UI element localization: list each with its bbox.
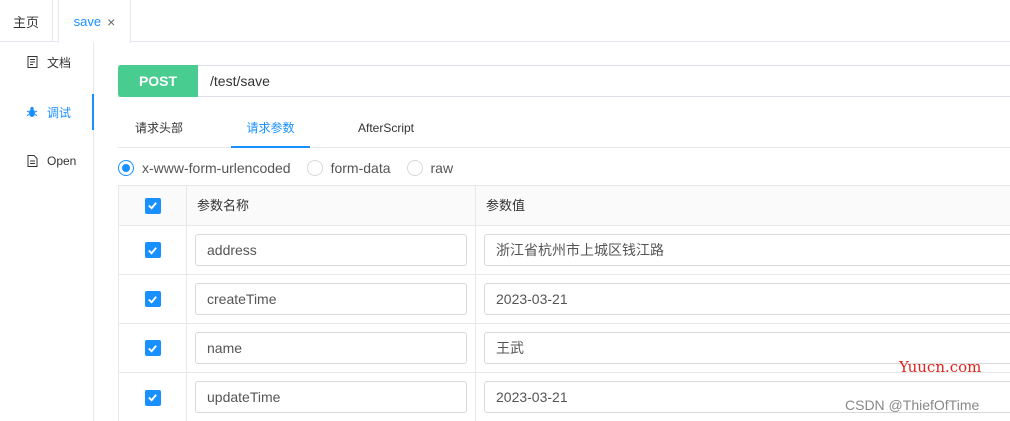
param-value-cell: 浙江省杭州市上城区钱江路 bbox=[476, 226, 1010, 274]
radio-raw[interactable]: raw bbox=[406, 160, 454, 176]
top-tab-bar: 主页 save × bbox=[0, 0, 1010, 43]
header-param-value: 参数值 bbox=[476, 186, 1010, 225]
site-watermark: Yuucn.com bbox=[899, 358, 982, 376]
radio-urlencoded[interactable]: x-www-form-urlencoded bbox=[118, 160, 291, 176]
tab-home-label: 主页 bbox=[12, 14, 39, 30]
row-checkbox[interactable] bbox=[144, 389, 161, 406]
url-bar: POST /test/save bbox=[118, 65, 1010, 97]
param-name-input[interactable]: createTime bbox=[195, 283, 467, 315]
radio-form-data[interactable]: form-data bbox=[306, 160, 391, 176]
url-input[interactable]: /test/save bbox=[210, 66, 270, 96]
sidebar-item-label: Open bbox=[47, 154, 77, 168]
radio-selected-icon[interactable] bbox=[118, 160, 134, 176]
radio-label: raw bbox=[430, 160, 454, 176]
table-row: name 王武 bbox=[119, 324, 1010, 373]
table-header-row: 参数名称 参数值 bbox=[119, 186, 1010, 226]
sidebar-item-label: 文档 bbox=[47, 55, 72, 70]
select-all-cell bbox=[119, 186, 187, 225]
param-name-cell: name bbox=[187, 324, 476, 372]
row-check-cell bbox=[119, 324, 187, 372]
header-param-value-label: 参数值 bbox=[486, 198, 526, 213]
param-value-input[interactable]: 浙江省杭州市上城区钱江路 bbox=[484, 234, 1010, 266]
tab-request-headers[interactable]: 请求头部 bbox=[118, 112, 200, 148]
file-icon bbox=[26, 155, 38, 167]
row-checkbox[interactable] bbox=[144, 291, 161, 307]
params-table: 参数名称 参数值 address 浙江省杭州市上城区钱江路 createTime… bbox=[118, 185, 1010, 421]
param-name-input[interactable]: updateTime bbox=[195, 381, 467, 413]
table-row: address 浙江省杭州市上城区钱江路 bbox=[119, 226, 1010, 275]
sidebar-item-open[interactable]: Open bbox=[0, 143, 94, 179]
document-icon bbox=[26, 56, 38, 68]
row-check-cell bbox=[119, 373, 187, 421]
radio-label: form-data bbox=[330, 160, 391, 176]
param-value-cell: 2023-03-21 bbox=[476, 275, 1010, 323]
radio-unselected-icon[interactable] bbox=[406, 160, 423, 176]
row-check-cell bbox=[119, 275, 187, 323]
tab-afterscript[interactable]: AfterScript bbox=[346, 112, 426, 148]
param-name-input[interactable]: address bbox=[195, 234, 467, 266]
row-check-cell bbox=[119, 226, 187, 274]
tab-save-label: save bbox=[73, 14, 102, 29]
tab-home[interactable]: 主页 bbox=[0, 0, 53, 42]
tab-request-params[interactable]: 请求参数 bbox=[231, 112, 310, 148]
param-name-cell: address bbox=[187, 226, 476, 274]
tab-save[interactable]: save × bbox=[58, 0, 131, 43]
header-param-name: 参数名称 bbox=[187, 186, 476, 225]
select-all-checkbox[interactable] bbox=[144, 197, 161, 214]
param-value-input[interactable]: 2023-03-21 bbox=[484, 283, 1010, 315]
close-icon[interactable]: × bbox=[107, 14, 115, 30]
param-name-cell: createTime bbox=[187, 275, 476, 323]
radio-unselected-icon[interactable] bbox=[306, 160, 323, 176]
table-row: createTime 2023-03-21 bbox=[119, 275, 1010, 324]
method-badge[interactable]: POST bbox=[118, 65, 198, 97]
sidebar-item-docs[interactable]: 文档 bbox=[0, 44, 94, 80]
row-checkbox[interactable] bbox=[144, 340, 161, 356]
body-type-radio-group: x-www-form-urlencoded form-data raw bbox=[118, 158, 469, 178]
sidebar: 文档 调试 Open bbox=[0, 42, 94, 421]
sidebar-item-debug[interactable]: 调试 bbox=[0, 94, 94, 130]
author-watermark: CSDN @ThiefOfTime bbox=[845, 397, 980, 413]
header-param-name-label: 参数名称 bbox=[197, 198, 250, 213]
radio-label: x-www-form-urlencoded bbox=[142, 160, 291, 176]
bug-icon bbox=[26, 106, 38, 118]
row-checkbox[interactable] bbox=[144, 242, 161, 258]
param-tabs: 请求头部 请求参数 AfterScript bbox=[118, 112, 1010, 148]
param-name-input[interactable]: name bbox=[195, 332, 467, 364]
param-name-cell: updateTime bbox=[187, 373, 476, 421]
sidebar-item-label: 调试 bbox=[47, 105, 72, 120]
